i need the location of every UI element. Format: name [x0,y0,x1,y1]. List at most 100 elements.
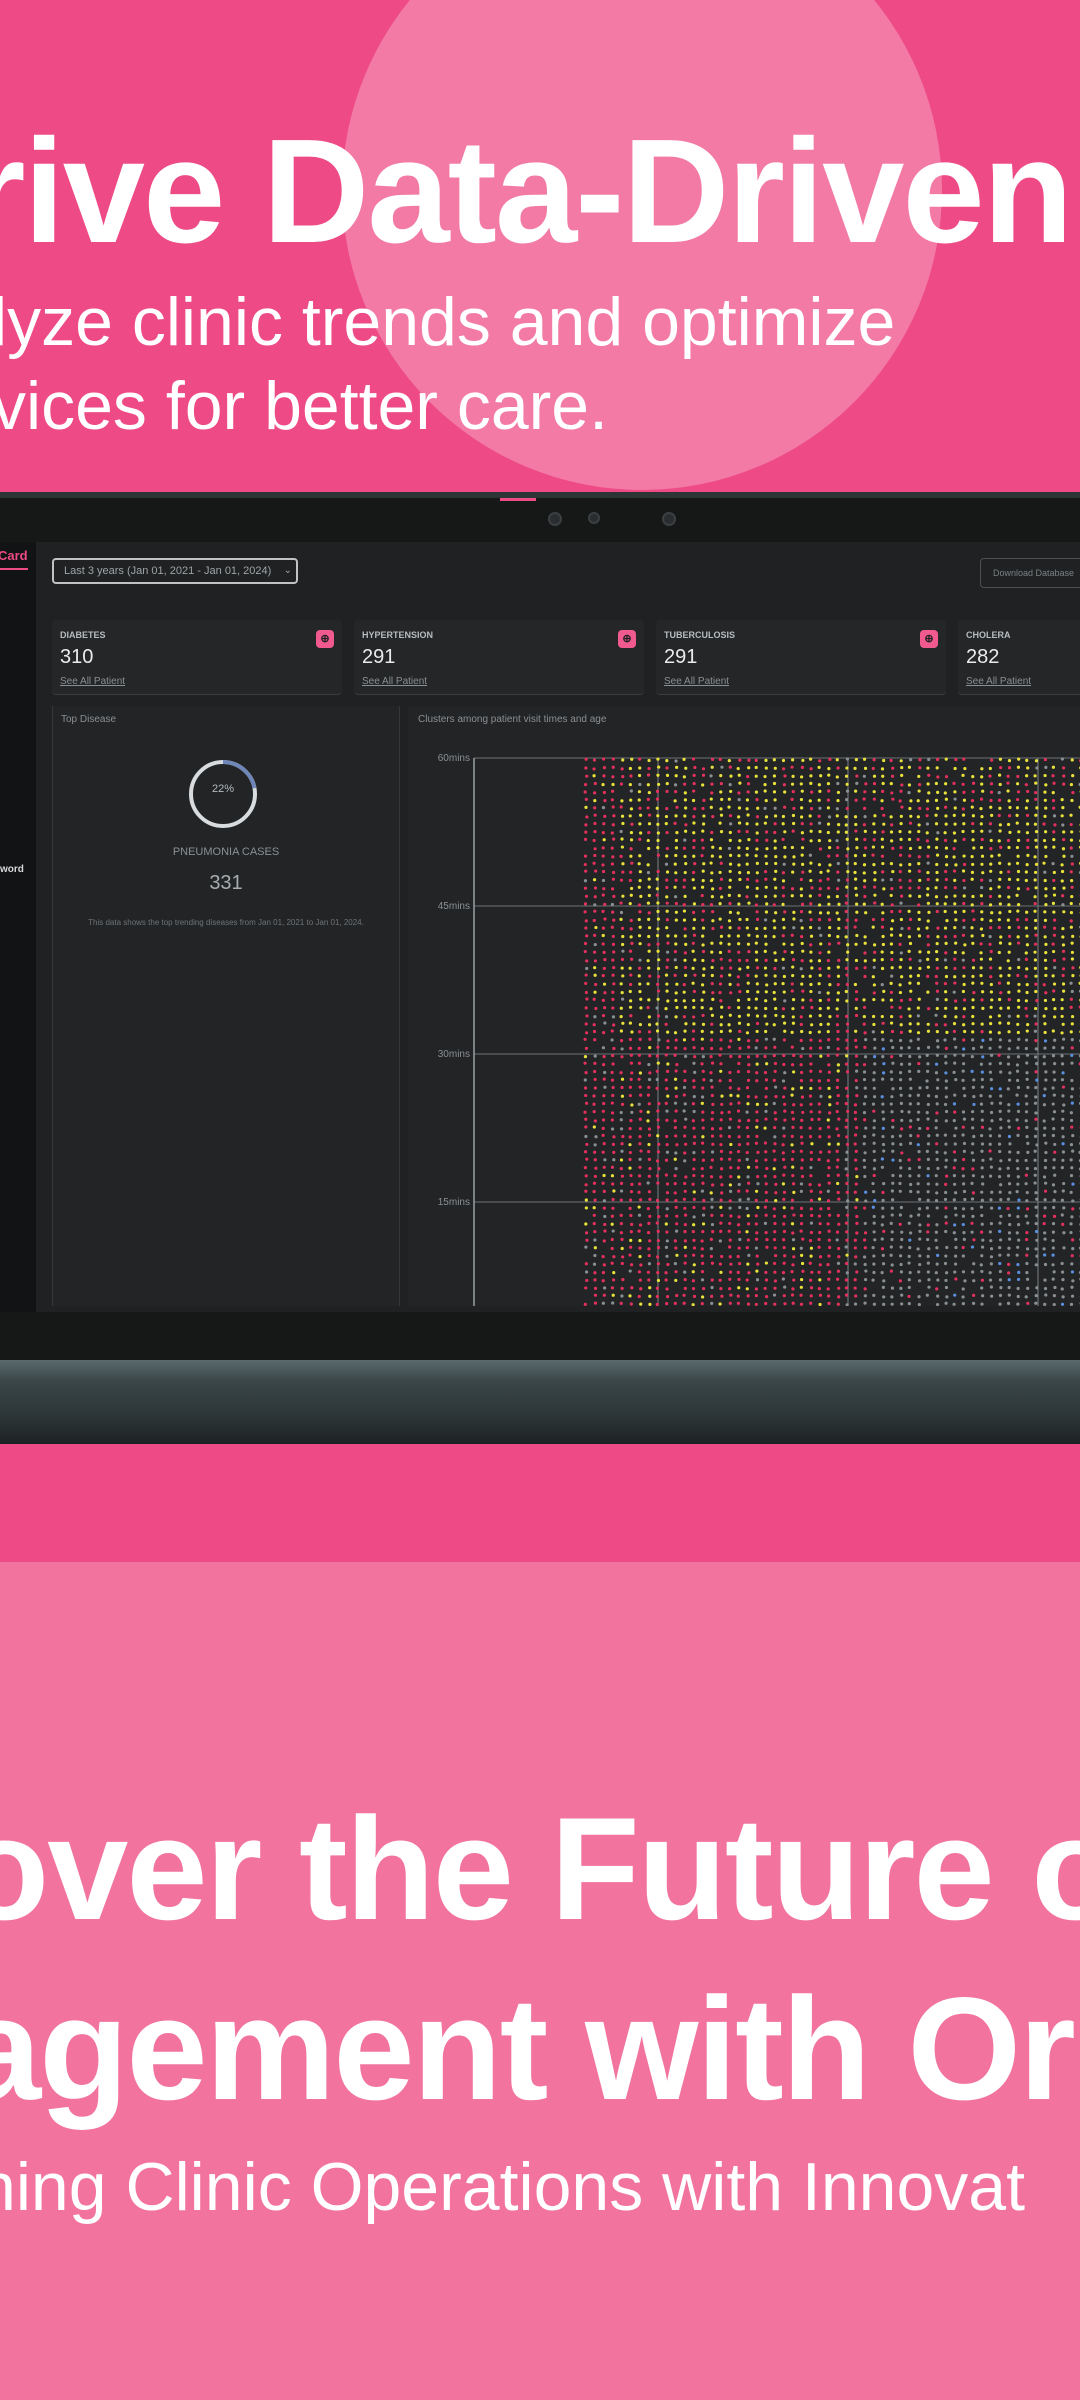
data-point [828,983,832,987]
data-point [674,1198,678,1203]
data-point [755,815,760,819]
data-point [648,1197,652,1201]
data-point [918,1262,922,1267]
data-point [800,959,804,963]
data-point [827,950,831,954]
see-all-patient-link[interactable]: See All Patient [60,676,125,687]
data-point [1060,869,1065,874]
see-all-patient-link[interactable]: See All Patient [966,676,1031,687]
data-point [737,1230,741,1234]
sidebar-item[interactable]: word [0,864,24,875]
data-point [835,894,839,899]
data-point [791,1238,796,1242]
download-database-button[interactable]: Download Database [980,558,1080,588]
data-point [871,845,875,849]
data-point [628,1135,632,1139]
stat-card-diabetes[interactable]: DIABETES 310 See All Patient ⊕ [52,620,342,695]
data-point [1034,974,1038,978]
bottom-title-line: agement with Or [0,1967,1076,2130]
data-point [970,934,974,938]
data-point [790,765,794,769]
data-point [782,1229,787,1234]
data-point [818,1069,823,1074]
data-point [926,901,930,905]
data-point [1026,766,1030,770]
data-point [628,1157,632,1162]
data-point [629,1198,633,1202]
data-point [792,1070,796,1074]
data-point [727,1134,732,1139]
data-point [873,893,877,897]
date-range-select[interactable]: Last 3 years (Jan 01, 2021 - Jan 01, 202… [52,558,298,584]
data-point [926,974,930,978]
data-point [998,1101,1003,1105]
data-point [980,901,984,906]
data-point [611,1229,615,1233]
data-point [1026,853,1030,857]
data-point [862,1077,867,1082]
data-point [916,1134,920,1138]
data-point [1070,989,1074,994]
data-point [979,807,983,811]
data-point [882,1279,886,1283]
data-point [611,877,615,881]
data-point [628,1037,633,1042]
data-point [1024,957,1029,961]
data-point [773,1270,777,1274]
data-point [1062,774,1066,778]
data-point [980,1254,984,1258]
data-point [638,1037,642,1041]
stat-card-tuberculosis[interactable]: TUBERCULOSIS 291 See All Patient ⊕ [656,620,946,695]
data-point [764,1046,768,1050]
data-point [718,1053,722,1057]
data-point [972,1279,976,1283]
data-point [791,1247,796,1251]
data-point [972,846,976,850]
data-point [882,1149,886,1153]
data-point [1069,910,1074,915]
data-point [655,1255,660,1259]
data-point [665,773,670,777]
data-point [666,941,670,945]
data-point [972,991,976,995]
data-point [1062,1231,1066,1235]
data-point [619,805,623,809]
see-all-patient-link[interactable]: See All Patient [664,676,729,687]
data-point [1024,1158,1028,1163]
stat-card-cholera[interactable]: CHOLERA 282 See All Patient [958,620,1080,695]
data-point [755,1119,759,1123]
data-point [1043,1286,1048,1291]
data-point [593,1238,597,1242]
data-point [809,1198,814,1203]
data-point [682,885,686,889]
data-point [584,1183,588,1187]
data-point [1034,1205,1038,1209]
sidebar-item-card[interactable]: Card [0,548,28,563]
data-point [620,991,624,995]
data-point [629,999,633,1003]
data-point [1007,1262,1011,1266]
data-point [746,1134,750,1139]
data-point [918,959,922,963]
data-point [593,1293,598,1297]
data-point [673,821,677,825]
data-point [1034,1062,1039,1066]
data-point [711,958,715,963]
data-point [1026,1023,1030,1027]
data-point [655,1022,659,1026]
data-point [855,966,859,970]
data-point [602,1006,607,1010]
data-point [1044,942,1048,946]
data-point [755,982,759,986]
data-point [971,981,975,985]
data-point [1043,814,1047,818]
data-point [772,1237,777,1242]
data-point [926,893,930,897]
data-point [693,807,697,811]
data-point [665,1287,669,1291]
data-point [593,1069,597,1074]
stat-card-hypertension[interactable]: HYPERTENSION 291 See All Patient ⊕ [354,620,644,695]
see-all-patient-link[interactable]: See All Patient [362,676,427,687]
data-point [1060,863,1064,867]
data-point [827,1301,831,1305]
